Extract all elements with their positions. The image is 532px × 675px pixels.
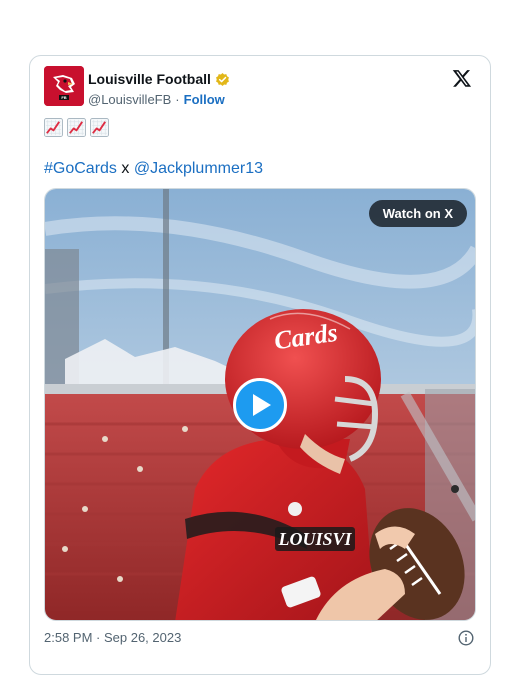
verified-badge-icon: [215, 72, 230, 87]
mention-link[interactable]: @Jackplummer13: [134, 160, 263, 177]
play-button[interactable]: [233, 378, 287, 432]
connector-text: x: [121, 160, 130, 177]
follow-button[interactable]: Follow: [184, 92, 225, 107]
chart-increasing-emoji-icon: [90, 118, 109, 137]
handle[interactable]: @LouisvilleFB: [88, 92, 171, 107]
tweet-header: FB Louisville Football @LouisvilleFB · F…: [44, 66, 476, 108]
tweet-text: #GoCards x @Jackplummer13: [44, 159, 263, 179]
watch-on-x-button[interactable]: Watch on X: [368, 200, 467, 227]
svg-text:FB: FB: [61, 95, 66, 100]
name-line: Louisville Football: [88, 70, 230, 88]
hashtag-link[interactable]: #GoCards: [44, 160, 117, 177]
tweet-footer: 2:58 PM · Sep 26, 2023: [44, 628, 476, 648]
play-icon: [253, 394, 271, 416]
video-media[interactable]: LOUISVI Cards Watch on X: [44, 188, 476, 621]
timestamp-link[interactable]: 2:58 PM · Sep 26, 2023: [44, 630, 181, 645]
chart-increasing-emoji-icon: [44, 118, 63, 137]
display-name[interactable]: Louisville Football: [88, 71, 211, 87]
cardinal-logo-icon: FB: [44, 66, 84, 106]
embedded-tweet-card[interactable]: FB Louisville Football @LouisvilleFB · F…: [29, 55, 491, 675]
x-logo-icon[interactable]: [452, 68, 472, 88]
separator-dot: ·: [175, 91, 180, 107]
info-icon[interactable]: [458, 630, 474, 646]
handle-line: @LouisvilleFB · Follow: [88, 90, 225, 108]
avatar[interactable]: FB: [44, 66, 84, 106]
chart-increasing-emoji-icon: [67, 118, 86, 137]
emoji-row: [44, 118, 109, 137]
svg-text:LOUISVI: LOUISVI: [277, 529, 352, 549]
